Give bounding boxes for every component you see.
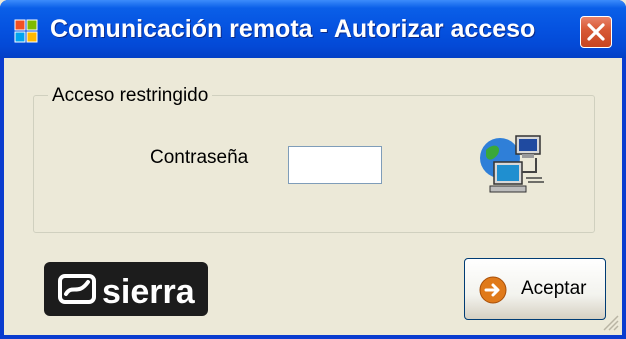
sierra-logo-text: sierra	[102, 273, 196, 311]
sierra-logo-mark: sierra	[58, 273, 196, 311]
password-label: Contraseña	[150, 147, 249, 168]
accept-button-label: Aceptar	[521, 278, 587, 299]
dialog-window: Comunicación remota - Autorizar acceso A…	[0, 0, 626, 339]
accept-button[interactable]: Aceptar	[464, 258, 606, 320]
sierra-logo: sierra	[44, 262, 208, 316]
window-title: Comunicación remota - Autorizar acceso	[50, 15, 536, 43]
network-computers-icon	[480, 135, 544, 193]
resize-grip-icon[interactable]	[600, 312, 620, 332]
password-input[interactable]	[288, 146, 382, 184]
arrow-right-circle-icon	[479, 276, 507, 304]
windows-app-icon	[14, 19, 38, 43]
close-icon	[587, 23, 605, 41]
dialog-client-area: Acceso restringido Contraseña sierra Ace…	[4, 58, 622, 335]
title-bar[interactable]: Comunicación remota - Autorizar acceso	[0, 0, 626, 58]
group-label: Acceso restringido	[48, 85, 213, 107]
close-button[interactable]	[580, 16, 612, 48]
